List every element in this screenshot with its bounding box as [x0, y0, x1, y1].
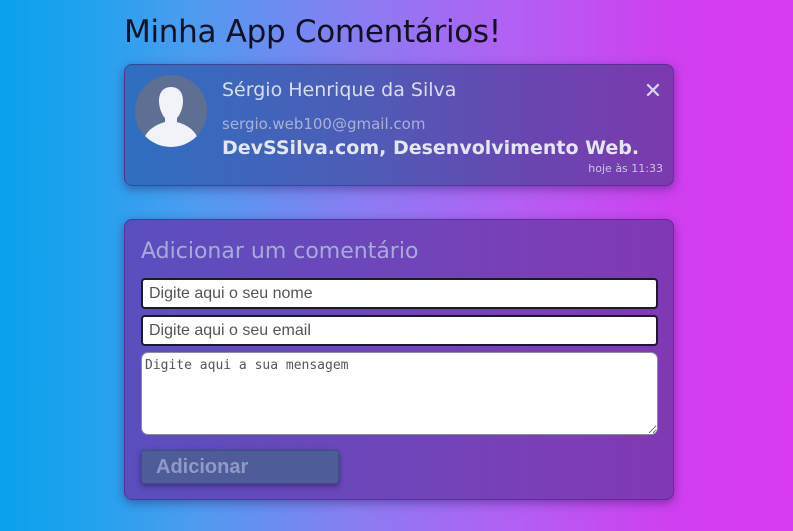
name-input[interactable] [141, 278, 658, 309]
user-silhouette-icon [135, 75, 207, 147]
comment-author-name: Sérgio Henrique da Silva [222, 79, 457, 101]
add-comment-button[interactable]: Adicionar [141, 450, 339, 484]
comment-timestamp: hoje às 11:33 [588, 162, 663, 175]
comment-author-email: sergio.web100@gmail.com [222, 115, 426, 133]
comment-card: Sérgio Henrique da Silva sergio.web100@g… [124, 64, 674, 186]
email-input[interactable] [141, 315, 658, 346]
add-comment-form: Adicionar um comentário Adicionar [124, 219, 674, 500]
message-textarea[interactable] [141, 352, 658, 435]
form-title: Adicionar um comentário [141, 239, 419, 264]
close-icon[interactable]: ✕ [643, 80, 663, 104]
comment-text: DevSSilva.com, Desenvolvimento Web. [222, 137, 640, 159]
page-title: Minha App Comentários! [124, 14, 501, 50]
